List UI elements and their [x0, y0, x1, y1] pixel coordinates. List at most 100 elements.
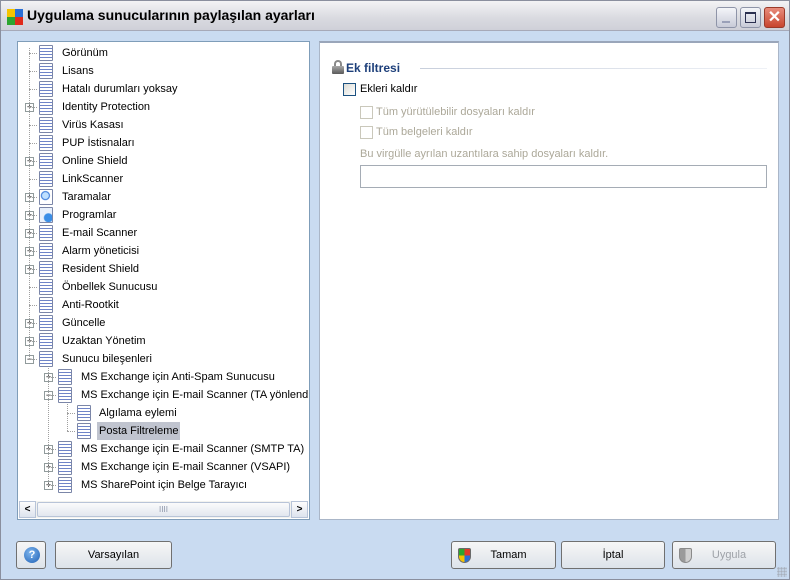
tree-connector-line	[48, 485, 56, 486]
settings-page-icon	[39, 135, 53, 151]
extensions-input[interactable]	[360, 165, 767, 188]
tree-connector-line	[29, 197, 37, 198]
tree-item-taramalar[interactable]: + Taramalar	[18, 188, 308, 206]
remove-executables-label[interactable]: Tüm yürütülebilir dosyaları kaldır	[376, 106, 535, 118]
tree-item-ms-exchange-ic-in-e-mail-scanner-ta-yo-nlendirme[interactable]: − MS Exchange için E-mail Scanner (TA yön…	[18, 386, 309, 404]
settings-page-icon	[77, 405, 91, 421]
tree-item-label: LinkScanner	[62, 173, 124, 185]
remove-attachments-label[interactable]: Ekleri kaldır	[360, 83, 417, 95]
horizontal-scrollbar[interactable]: < IIII >	[19, 501, 308, 518]
settings-page-icon	[39, 315, 53, 331]
tree-connector-line	[29, 215, 37, 216]
tree-item-label: Programlar	[62, 209, 117, 221]
tree-connector-line	[67, 404, 68, 431]
tree-connector-line	[29, 179, 37, 180]
tree-item-lisans[interactable]: Lisans	[18, 62, 308, 80]
window-title: Uygulama sunucularının paylaşılan ayarla…	[27, 7, 315, 23]
settings-page-icon	[39, 63, 53, 79]
ok-button[interactable]: Tamam	[451, 541, 556, 569]
tree-item-label: Taramalar	[62, 191, 111, 203]
settings-page-icon	[39, 333, 53, 349]
close-button[interactable]: ✕	[764, 7, 785, 28]
tree-connector-line	[67, 431, 75, 432]
tree-item-identity-protection[interactable]: + Identity Protection	[18, 98, 308, 116]
tree-item-label: MS Exchange için E-mail Scanner (SMTP TA…	[81, 443, 305, 455]
tree-item-sunucu-biles-enleri[interactable]: − Sunucu bileşenleri	[18, 350, 308, 368]
settings-page-icon	[58, 387, 72, 403]
tree-connector-line	[29, 143, 37, 144]
tree-item-programlar[interactable]: + Programlar	[18, 206, 308, 224]
tree-item-ms-exchange-ic-in-e-mail-scanner-vsapi[interactable]: + MS Exchange için E-mail Scanner (VSAPI)	[18, 458, 308, 476]
tree-item-ms-exchange-ic-in-e-mail-scanner-smtp-ta[interactable]: + MS Exchange için E-mail Scanner (SMTP T…	[18, 440, 308, 458]
tree-connector-line	[67, 413, 75, 414]
tree-connector-line	[29, 359, 37, 360]
tree-item-uzaktan-yo-netim[interactable]: + Uzaktan Yönetim	[18, 332, 308, 350]
tree-item-label: Lisans	[62, 65, 94, 77]
apply-button[interactable]: Uygula	[672, 541, 776, 569]
tree-item-viru-s-kasas[interactable]: Virüs Kasası	[18, 116, 308, 134]
tree-item-label: MS SharePoint için Belge Tarayıcı	[81, 479, 248, 491]
tree-connector-line	[29, 305, 37, 306]
tree-item-label: Hatalı durumları yoksay	[62, 83, 178, 95]
tree-item-posta-filtreleme[interactable]: Posta Filtreleme	[18, 422, 308, 440]
tree-item-alg-lama-eylemi[interactable]: Algılama eylemi	[18, 404, 308, 422]
tree-item-label: MS Exchange için E-mail Scanner (VSAPI)	[81, 461, 291, 473]
settings-page-icon	[39, 351, 53, 367]
tree-item-label: Virüs Kasası	[62, 119, 124, 131]
settings-page-icon	[39, 171, 53, 187]
tree-connector-line	[29, 107, 37, 108]
cancel-button[interactable]: İptal	[561, 541, 665, 569]
settings-tree[interactable]: Görünüm Lisans Hatalı durumları yoksay + Ide…	[17, 41, 310, 520]
remove-documents-label[interactable]: Tüm belgeleri kaldır	[376, 126, 473, 138]
tree-item-o-nbellek-sunucusu[interactable]: Önbellek Sunucusu	[18, 278, 308, 296]
tree-connector-line	[29, 287, 37, 288]
lock-icon	[332, 60, 344, 74]
tree-connector-line	[29, 125, 37, 126]
tree-item-ms-exchange-ic-in-anti-spam-sunucusu[interactable]: + MS Exchange için Anti-Spam Sunucusu	[18, 368, 308, 386]
tree-item-gu-ncelle[interactable]: + Güncelle	[18, 314, 308, 332]
tree-item-ms-sharepoint-ic-in-belge-taray-c[interactable]: + MS SharePoint için Belge Tarayıcı	[18, 476, 308, 494]
tree-item-label: Görünüm	[62, 47, 108, 59]
tree-connector-line	[29, 251, 37, 252]
help-button[interactable]: ?	[16, 541, 46, 569]
tree-item-pup-i-stisnalar[interactable]: PUP İstisnaları	[18, 134, 308, 152]
remove-executables-checkbox[interactable]	[360, 106, 373, 119]
tree-item-label: Önbellek Sunucusu	[62, 281, 158, 293]
apply-label: Uygula	[711, 549, 747, 561]
remove-documents-checkbox[interactable]	[360, 126, 373, 139]
scroll-right-button[interactable]: >	[291, 501, 308, 518]
tree-item-label: Algılama eylemi	[99, 407, 177, 419]
tree-connector-line	[29, 48, 30, 359]
settings-page-icon	[39, 243, 53, 259]
tree-item-resident-shield[interactable]: + Resident Shield	[18, 260, 308, 278]
tree-item-label: Identity Protection	[62, 101, 151, 113]
tree-item-linkscanner[interactable]: LinkScanner	[18, 170, 308, 188]
tree-item-alarm-yo-neticisi[interactable]: + Alarm yöneticisi	[18, 242, 308, 260]
tree-item-hatal-durumlar-yoksay[interactable]: Hatalı durumları yoksay	[18, 80, 308, 98]
ok-label: Tamam	[490, 549, 527, 561]
settings-window: Uygulama sunucularının paylaşılan ayarla…	[0, 0, 790, 580]
title-bar[interactable]: Uygulama sunucularının paylaşılan ayarla…	[1, 1, 789, 31]
scroll-thumb[interactable]: IIII	[37, 502, 290, 517]
tree-item-anti-rootkit[interactable]: Anti-Rootkit	[18, 296, 308, 314]
scroll-left-button[interactable]: <	[19, 501, 36, 518]
tree-item-e-mail-scanner[interactable]: + E-mail Scanner	[18, 224, 308, 242]
minimize-button[interactable]	[716, 7, 737, 28]
minimize-icon	[722, 21, 730, 23]
maximize-icon	[745, 12, 756, 23]
tree-item-go-ru-nu-m[interactable]: Görünüm	[18, 44, 308, 62]
uac-shield-icon	[679, 548, 692, 563]
settings-page-icon	[39, 117, 53, 133]
maximize-button[interactable]	[740, 7, 761, 28]
scan-icon	[39, 189, 53, 205]
tree-connector-line	[29, 233, 37, 234]
tree-item-label: MS Exchange için Anti-Spam Sunucusu	[81, 371, 275, 383]
tree-item-label: E-mail Scanner	[62, 227, 138, 239]
tree-connector-line	[48, 449, 56, 450]
remove-attachments-checkbox[interactable]	[343, 83, 356, 96]
tree-item-online-shield[interactable]: + Online Shield	[18, 152, 308, 170]
resize-grip[interactable]	[777, 567, 787, 577]
defaults-button[interactable]: Varsayılan	[55, 541, 172, 569]
tree-item-label: Online Shield	[62, 155, 128, 167]
settings-page-icon	[39, 81, 53, 97]
